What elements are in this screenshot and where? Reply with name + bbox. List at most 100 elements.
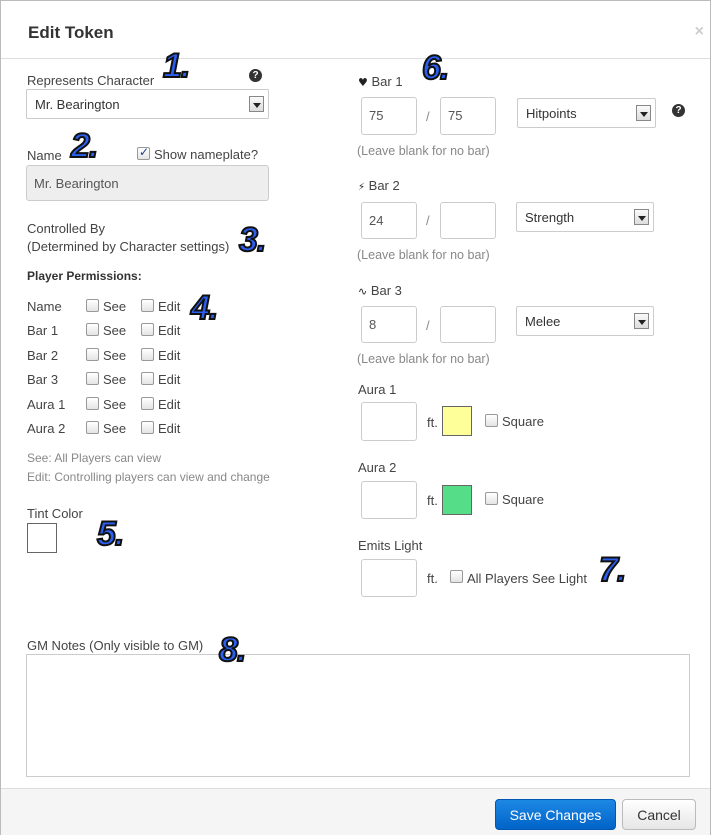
perm-bar2-edit-checkbox[interactable] [141, 348, 154, 361]
pulse-icon: ∿ [358, 285, 368, 298]
aura2-square-label: Square [502, 492, 544, 507]
cancel-button[interactable]: Cancel [622, 799, 696, 830]
annotation-3: 3. [238, 220, 267, 260]
bar1-max-input[interactable]: 75 [440, 97, 496, 135]
aura2-square-checkbox[interactable] [485, 492, 498, 505]
perm-edit-label: Edit [158, 299, 181, 314]
token-name-input[interactable]: Mr. Bearington [26, 165, 269, 201]
perm-row-aura1: Aura 1 [27, 397, 66, 412]
tint-color-label: Tint Color [27, 506, 83, 521]
bar1-link-select[interactable]: Hitpoints [517, 98, 656, 128]
bar2-max-input[interactable] [440, 202, 496, 239]
perm-row-bar3: Bar 3 [27, 372, 59, 387]
aura2-unit: ft. [427, 493, 438, 508]
all-players-see-light-checkbox[interactable] [450, 570, 463, 583]
perm-see-label: See [103, 372, 127, 387]
light-unit: ft. [427, 571, 438, 586]
bar1-link-value: Hitpoints [526, 106, 577, 121]
bar3-heading: ∿ Bar 3 [358, 283, 402, 298]
dialog-title: Edit Token [28, 23, 114, 42]
perm-bar2-see-checkbox[interactable] [86, 348, 99, 361]
dialog-header: Edit Token × [1, 1, 710, 59]
perm-bar1-edit-checkbox[interactable] [141, 323, 154, 336]
annotation-2: 2. [70, 126, 99, 166]
aura1-unit: ft. [427, 415, 438, 430]
bar3-link-value: Melee [525, 314, 561, 329]
bolt-icon: ⚡ [358, 182, 366, 193]
perm-bar3-see-checkbox[interactable] [86, 372, 99, 385]
tint-color-swatch[interactable] [27, 523, 57, 553]
emits-light-label: Emits Light [358, 538, 423, 553]
perm-row-bar2: Bar 2 [27, 348, 59, 363]
represents-character-select[interactable]: Mr. Bearington [26, 89, 269, 119]
edit-token-dialog: Edit Token × Represents Character ? Mr. … [0, 0, 711, 835]
bar3-value-input[interactable]: 8 [361, 306, 417, 343]
heart-icon: ♥ [358, 76, 368, 89]
bar2-link-select[interactable]: Strength [516, 202, 654, 232]
perm-aura2-edit-checkbox[interactable] [141, 421, 154, 434]
dialog-footer: Save Changes Cancel [1, 788, 710, 835]
perm-edit-label: Edit [158, 323, 181, 338]
bar1-value-input[interactable]: 75 [361, 97, 417, 135]
bar3-max-input[interactable] [440, 306, 496, 343]
annotation-6: 6. [421, 48, 450, 88]
aura1-square-label: Square [502, 414, 544, 429]
player-permissions-heading: Player Permissions: [27, 269, 142, 283]
represents-character-value: Mr. Bearington [35, 97, 120, 112]
help-icon[interactable]: ? [672, 104, 685, 117]
perm-aura1-see-checkbox[interactable] [86, 397, 99, 410]
bar3-blank-note: (Leave blank for no bar) [357, 352, 490, 366]
perm-name-edit-checkbox[interactable] [141, 299, 154, 312]
chevron-down-icon [636, 105, 651, 121]
gm-notes-label: GM Notes (Only visible to GM) [27, 638, 204, 653]
annotation-7: 7. [598, 550, 627, 590]
perm-edit-label: Edit [158, 397, 181, 412]
aura1-radius-input[interactable] [361, 402, 417, 441]
perm-aura2-see-checkbox[interactable] [86, 421, 99, 434]
controlled-by-note: (Determined by Character settings) [27, 239, 230, 254]
close-icon[interactable]: × [695, 23, 704, 41]
name-label: Name [27, 148, 62, 163]
bar1-heading: ♥ Bar 1 [358, 74, 403, 89]
aura2-color-swatch[interactable] [442, 485, 472, 515]
bar2-label: Bar 2 [368, 178, 400, 193]
perm-see-label: See [103, 397, 127, 412]
aura1-square-checkbox[interactable] [485, 414, 498, 427]
show-nameplate-checkbox[interactable] [137, 145, 150, 160]
perm-see-label: See [103, 323, 127, 338]
bar1-blank-note: (Leave blank for no bar) [357, 144, 490, 158]
annotation-5: 5. [96, 514, 125, 554]
bar2-heading: ⚡ Bar 2 [358, 178, 400, 193]
perm-row-bar1: Bar 1 [27, 323, 59, 338]
perm-bar3-edit-checkbox[interactable] [141, 372, 154, 385]
light-radius-input[interactable] [361, 559, 417, 597]
bar1-label: Bar 1 [371, 74, 403, 89]
perm-bar1-see-checkbox[interactable] [86, 323, 99, 336]
represents-character-label: Represents Character [27, 73, 155, 88]
annotation-1: 1. [162, 46, 191, 86]
bar3-link-select[interactable]: Melee [516, 306, 654, 336]
permissions-see-note: See: All Players can view [27, 451, 162, 465]
bar-slash: / [426, 109, 430, 124]
help-icon[interactable]: ? [249, 69, 262, 82]
aura1-label: Aura 1 [358, 382, 397, 397]
perm-name-see-checkbox[interactable] [86, 299, 99, 312]
bar-slash: / [426, 213, 430, 228]
bar2-link-value: Strength [525, 210, 575, 225]
chevron-down-icon [634, 313, 649, 329]
gm-notes-textarea[interactable] [26, 654, 690, 777]
bar-slash: / [426, 318, 430, 333]
perm-see-label: See [103, 299, 127, 314]
perm-see-label: See [103, 421, 127, 436]
bar2-value-input[interactable]: 24 [361, 202, 417, 239]
bar3-label: Bar 3 [370, 283, 402, 298]
save-changes-button[interactable]: Save Changes [495, 799, 616, 830]
perm-row-name: Name [27, 299, 62, 314]
perm-row-aura2: Aura 2 [27, 421, 66, 436]
aura2-radius-input[interactable] [361, 481, 417, 519]
aura1-color-swatch[interactable] [442, 406, 472, 436]
perm-see-label: See [103, 348, 127, 363]
chevron-down-icon [634, 209, 649, 225]
perm-aura1-edit-checkbox[interactable] [141, 397, 154, 410]
show-nameplate-label: Show nameplate? [154, 147, 259, 162]
